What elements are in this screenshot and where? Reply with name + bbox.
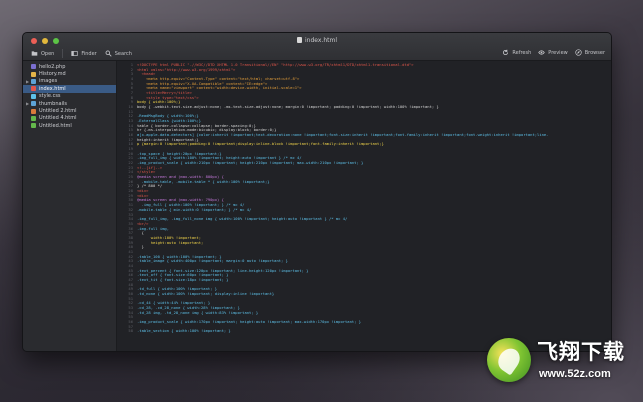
- watermark-url: www.52z.com: [539, 368, 611, 380]
- watermark: 飞翔下载 www.52z.com: [473, 324, 643, 402]
- sidebar-file-item[interactable]: Untitled.html: [23, 122, 116, 129]
- toolbar-right: Refresh Preview Browser: [502, 49, 605, 56]
- code-area[interactable]: <!DOCTYPE html PUBLIC "-//W3C//DTD XHTML…: [137, 63, 609, 334]
- sidebar-file-label: Untitled 2.html: [39, 108, 77, 115]
- sidebar-file-item[interactable]: ▶ images: [23, 78, 116, 85]
- refresh-label: Refresh: [512, 49, 532, 56]
- file-icon: [31, 93, 36, 99]
- search-button[interactable]: Search: [105, 50, 132, 57]
- watermark-title: 飞翔下载: [537, 340, 625, 364]
- document-icon: [297, 37, 302, 43]
- watermark-logo: [487, 338, 531, 382]
- sidebar-file-label: index.html: [39, 85, 66, 92]
- sidebar-file-item[interactable]: index.html: [23, 85, 116, 93]
- file-icon: [31, 71, 36, 77]
- folder-icon: [31, 78, 36, 84]
- refresh-button[interactable]: Refresh: [502, 49, 531, 56]
- eye-icon: [538, 50, 546, 55]
- file-icon: [31, 115, 36, 121]
- sidebar-file-label: Untitled 4.html: [39, 115, 77, 122]
- preview-label: Preview: [548, 49, 568, 56]
- compass-icon: [575, 49, 582, 56]
- search-label: Search: [114, 50, 132, 57]
- sidebar-icon: [71, 51, 79, 56]
- sidebar-file-label: images: [39, 78, 58, 85]
- titlebar: index.html Open Finder Search Refresh Pr…: [23, 33, 611, 61]
- sidebar-file-item[interactable]: ▶ thumbnails: [23, 100, 116, 107]
- sidebar-file-label: Untitled.html: [39, 122, 72, 129]
- browser-label: Browser: [584, 49, 605, 56]
- file-icon: [31, 108, 36, 114]
- line-number-gutter: 1 2 3 4 5 6 7 8 9 10 11 12 13 14 15 16 17 18 19 20 21 22 23 24 2…: [117, 62, 133, 334]
- preview-button[interactable]: Preview: [538, 49, 568, 56]
- sidebar-file-item[interactable]: Untitled 2.html: [23, 107, 116, 114]
- open-label: Open: [41, 50, 55, 57]
- file-icon: [31, 123, 36, 129]
- refresh-icon: [503, 49, 509, 56]
- finder-button[interactable]: Finder: [71, 50, 97, 57]
- folder-icon: [31, 101, 36, 107]
- sidebar-file-item[interactable]: style.css: [23, 93, 116, 100]
- editor-window: index.html Open Finder Search Refresh Pr…: [22, 32, 612, 352]
- finder-label: Finder: [81, 50, 97, 57]
- sidebar-file-item[interactable]: History.md: [23, 70, 116, 77]
- browser-button[interactable]: Browser: [575, 49, 605, 56]
- window-title-text: index.html: [305, 37, 337, 44]
- sidebar-file-item[interactable]: Untitled 4.html: [23, 115, 116, 122]
- file-icon: [31, 86, 36, 92]
- sidebar-file-label: thumbnails: [39, 100, 67, 107]
- sidebar-file-item[interactable]: hello2.php: [23, 63, 116, 70]
- file-icon: [31, 64, 36, 70]
- sidebar-file-label: style.css: [39, 93, 61, 100]
- window-title: index.html: [23, 37, 611, 44]
- file-sidebar: hello2.php History.md ▶ images index.html sty…: [23, 61, 117, 351]
- open-button[interactable]: Open: [31, 50, 54, 57]
- toolbar-divider: [62, 49, 64, 58]
- code-line[interactable]: a[x-apple-data-detectors] {color:inherit…: [137, 133, 609, 138]
- search-icon: [105, 50, 112, 57]
- toolbar-left: Open Finder Search: [31, 49, 132, 58]
- sidebar-file-label: hello2.php: [39, 63, 66, 70]
- line-number: 58: [128, 328, 133, 334]
- folder-icon: [31, 51, 38, 56]
- code-editor[interactable]: 1 2 3 4 5 6 7 8 9 10 11 12 13 14 15 16 17 18 19 20 21 22 23 24 2…: [117, 61, 611, 351]
- sidebar-file-label: History.md: [39, 71, 66, 78]
